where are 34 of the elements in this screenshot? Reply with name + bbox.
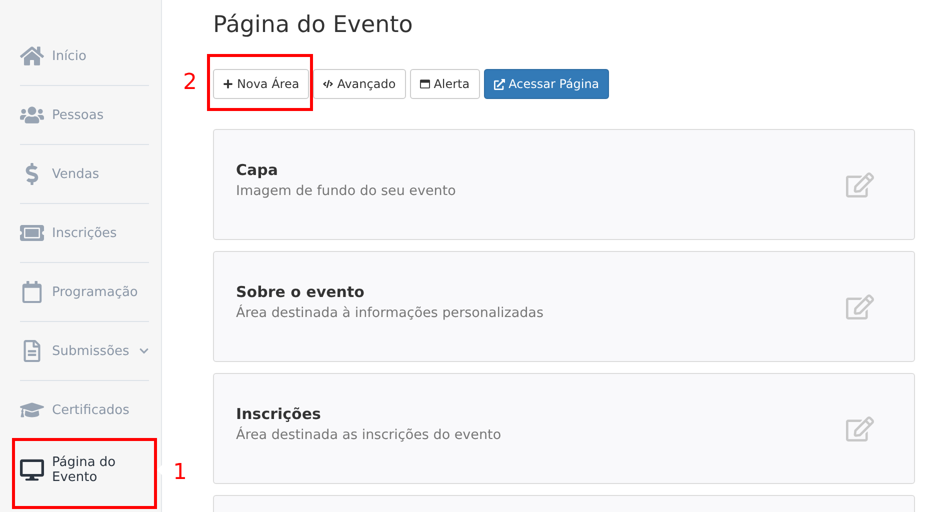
toolbar-button[interactable]: Alerta	[410, 69, 480, 99]
callout-number: 2	[183, 72, 197, 94]
chevron-down-icon	[139, 346, 149, 356]
section-title: Sobre o evento	[236, 282, 366, 300]
external-link-icon	[494, 78, 505, 90]
sidebar-item[interactable]: Página do Evento	[20, 440, 149, 499]
people-icon	[20, 104, 44, 126]
page-title: Página do Evento	[213, 11, 414, 40]
sidebar-item[interactable]: Início	[20, 27, 149, 86]
calendar-icon	[20, 281, 44, 303]
sidebar-item[interactable]: Submissões	[20, 322, 149, 381]
sidebar-item[interactable]: Vendas	[20, 145, 149, 204]
sidebar-item[interactable]: Pessoas	[20, 86, 149, 145]
code-icon	[323, 79, 334, 89]
plus-icon	[223, 79, 233, 89]
section-title: Inscrições	[236, 404, 322, 422]
sidebar-item[interactable]: Inscrições	[20, 204, 149, 263]
section-description: Imagem de fundo do seu evento	[236, 182, 457, 198]
edit-icon[interactable]	[846, 414, 874, 442]
section-description: Área destinada as inscrições do evento	[236, 426, 502, 442]
toolbar-button[interactable]: Avançado	[313, 69, 406, 99]
monitor-icon	[20, 458, 44, 480]
home-icon	[20, 45, 44, 67]
window-icon	[420, 79, 430, 89]
edit-icon[interactable]	[846, 292, 874, 320]
section-description: Área destinada à informações personalizadas	[236, 304, 544, 320]
ticket-icon	[20, 222, 44, 244]
toolbar-button[interactable]: Nova Área	[213, 69, 310, 99]
section-title: Capa	[236, 160, 279, 178]
callout-number: 1	[173, 462, 187, 484]
sidebar-item[interactable]: Programação	[20, 263, 149, 322]
sidebar-item[interactable]: Certificados	[20, 381, 149, 440]
edit-icon[interactable]	[846, 170, 874, 198]
toolbar-button[interactable]: Acessar Página	[484, 69, 610, 99]
